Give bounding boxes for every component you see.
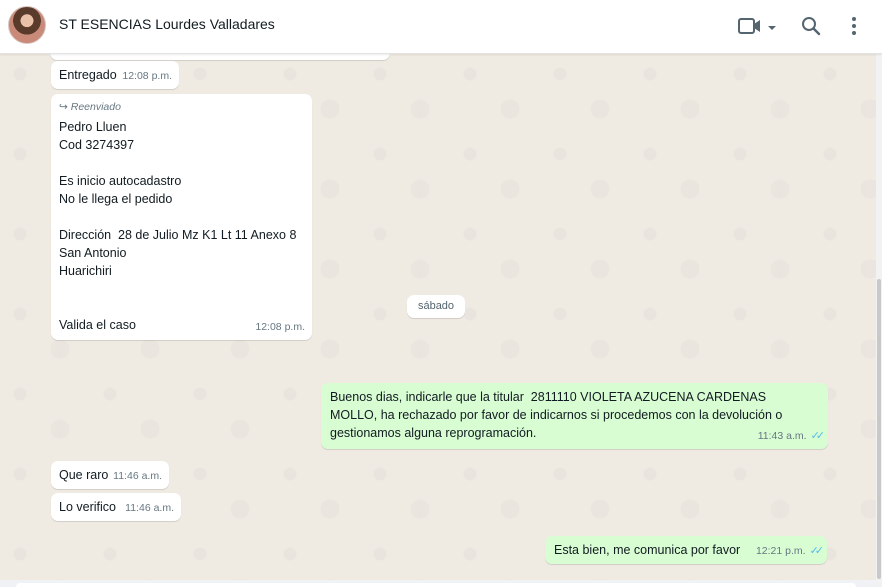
- more-vertical-icon[interactable]: [842, 14, 868, 38]
- message-time-text: 12:21 p.m.: [755, 545, 806, 557]
- message-bubble-incoming-forwarded[interactable]: ↪ Reenviado Pedro Lluen Cod 3274397 Es i…: [51, 94, 312, 340]
- video-call-icon[interactable]: [737, 14, 763, 38]
- message-text: Pedro Lluen Cod 3274397 Es inicio autoca…: [59, 120, 297, 332]
- message-composer[interactable]: [0, 580, 876, 587]
- forward-icon: ↪: [59, 101, 68, 113]
- message-time: 12:08 p.m.: [122, 70, 172, 82]
- message-text: Buenos dias, indicarle que la titular 28…: [330, 390, 783, 440]
- chevron-down-icon[interactable]: [766, 20, 778, 30]
- message-bubble-incoming[interactable]: Que raro 11:46 a.m.: [51, 461, 169, 489]
- search-icon[interactable]: [799, 14, 825, 38]
- date-separator: sábado: [407, 295, 465, 318]
- message-time-text: 11:43 a.m.: [757, 430, 807, 442]
- message-text: Lo verifico: [59, 500, 116, 514]
- message-text: Que raro: [59, 468, 109, 482]
- contact-name[interactable]: ST ESENCIAS Lourdes Valladares: [59, 16, 275, 32]
- chat-header: ST ESENCIAS Lourdes Valladares: [0, 0, 882, 54]
- double-check-icon: ✓✓: [810, 430, 826, 442]
- contact-avatar[interactable]: [8, 6, 46, 44]
- message-bubble-incoming[interactable]: Entregado 12:08 p.m.: [51, 61, 179, 89]
- message-bubble-outgoing[interactable]: Esta bien, me comunica por favor 12:21 p…: [545, 536, 827, 564]
- scrollbar-thumb[interactable]: [877, 279, 881, 579]
- double-check-icon: ✓✓: [809, 545, 825, 557]
- message-time: 11:43 a.m. ✓✓: [757, 427, 826, 445]
- message-time: 12:08 p.m.: [255, 321, 305, 333]
- message-bubble-incoming[interactable]: Lo verifico 11:46 a.m.: [51, 493, 181, 521]
- message-text: Esta bien, me comunica por favor: [554, 543, 741, 557]
- message-time: 11:46 a.m.: [125, 502, 174, 514]
- message-time: 12:21 p.m. ✓✓: [755, 542, 825, 560]
- message-bubble-outgoing[interactable]: Buenos dias, indicarle que la titular 28…: [321, 383, 828, 449]
- message-bubble-cropped[interactable]: [50, 54, 390, 60]
- chat-scrollbar[interactable]: [876, 54, 882, 587]
- forwarded-text: Reenviado: [70, 101, 121, 113]
- message-list[interactable]: Entregado 12:08 p.m. ↪ Reenviado Pedro L…: [0, 54, 876, 587]
- forwarded-label: ↪ Reenviado: [59, 98, 296, 116]
- message-time: 11:46 a.m.: [113, 470, 162, 482]
- message-text: Entregado: [59, 68, 117, 82]
